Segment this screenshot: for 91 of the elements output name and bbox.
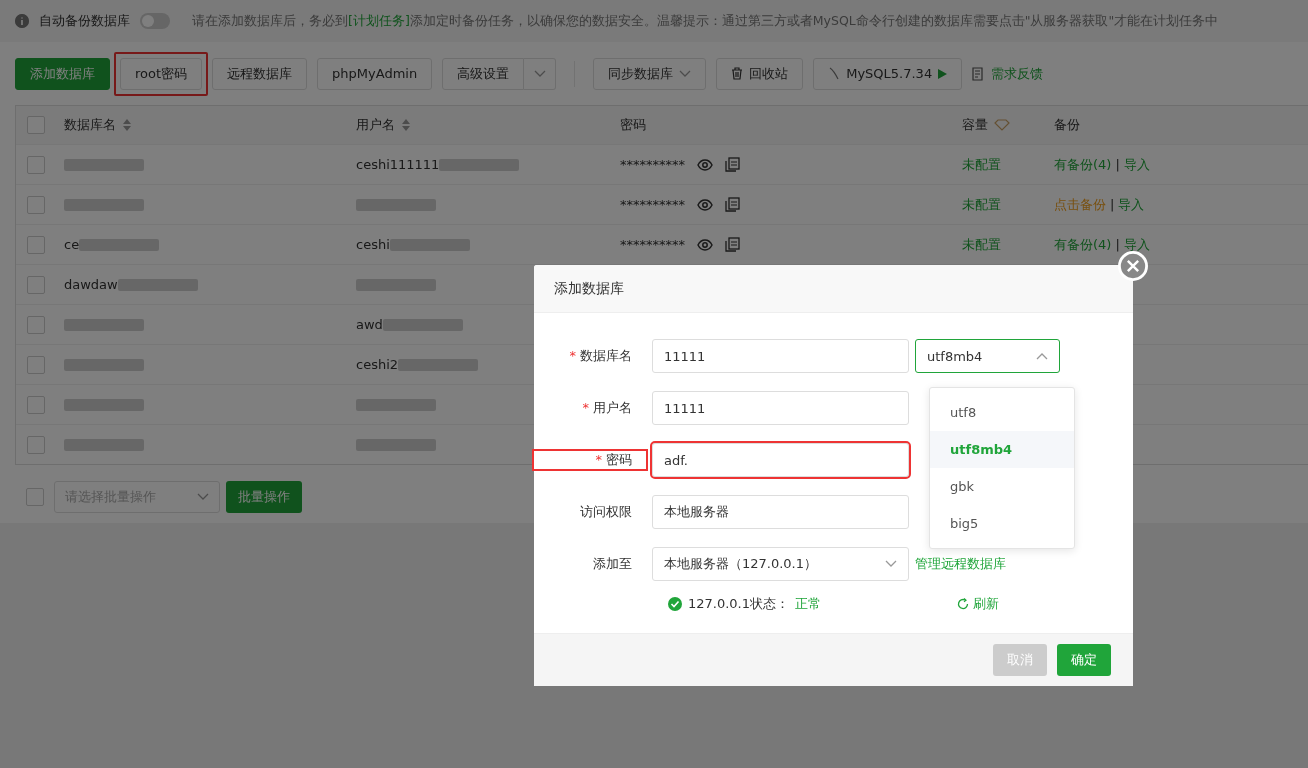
batch-checkbox[interactable] [26, 488, 44, 506]
eye-icon[interactable] [697, 238, 713, 251]
play-icon [938, 68, 948, 79]
eye-icon[interactable] [697, 198, 713, 211]
refresh-link[interactable]: 刷新 [957, 595, 1000, 613]
field-label: 添加至 [592, 555, 633, 573]
charset-select[interactable]: utf8mb4 [915, 339, 1060, 373]
column-header: 容量 [962, 116, 988, 134]
separator-text: | [1115, 237, 1120, 252]
table-cell: ce [64, 237, 80, 252]
manage-remote-link[interactable]: 管理远程数据库 [915, 555, 1006, 573]
input-field[interactable]: 11111 [652, 339, 909, 373]
field-label: * 数据库名 [568, 347, 633, 365]
recycle-bin-button[interactable]: 回收站 [716, 57, 804, 90]
schedule-link[interactable]: [计划任务] [348, 12, 410, 28]
row-checkbox[interactable] [27, 235, 45, 254]
password-cell: ********** [620, 157, 685, 172]
trash-icon [731, 67, 744, 80]
separator-text: | [1110, 197, 1115, 212]
column-header: 用户名 [356, 116, 395, 134]
table-cell: ceshi111111 [356, 157, 440, 172]
copy-icon[interactable] [725, 197, 740, 212]
import-link[interactable]: 导入 [1118, 195, 1145, 214]
chevron-down-icon [885, 560, 897, 568]
auto-backup-toggle[interactable] [140, 13, 170, 29]
batch-button[interactable]: 批量操作 [226, 481, 302, 513]
backup-link[interactable]: 点击备份 [1054, 195, 1106, 214]
backup-link[interactable]: 有备份(4) [1054, 235, 1112, 254]
field-label: * 密码 [534, 451, 646, 469]
field-label: * 用户名 [581, 399, 633, 417]
row-checkbox[interactable] [27, 195, 45, 214]
toolbar-button[interactable]: phpMyAdmin [317, 57, 433, 90]
charset-option[interactable]: gbk [930, 468, 1074, 505]
field-label: 访问权限 [579, 503, 633, 521]
feedback-link[interactable]: 需求反馈 [972, 64, 1044, 83]
settings-button[interactable]: 高级设置 [442, 57, 525, 90]
backup-link[interactable]: 有备份(4) [1054, 155, 1112, 174]
note-icon [972, 66, 986, 81]
row-checkbox[interactable] [27, 355, 45, 374]
server-select[interactable]: 本地服务器（127.0.0.1） [652, 547, 909, 581]
refresh-icon [957, 598, 970, 610]
toolbar-button[interactable]: root密码 [120, 57, 203, 90]
chevron-down-icon [533, 69, 546, 78]
sync-dropdown-button[interactable]: 同步数据库 [593, 57, 707, 90]
capacity-link[interactable]: 未配置 [962, 195, 1054, 214]
settings-dropdown-button[interactable] [524, 57, 557, 90]
dialog-title: 添加数据库 [554, 279, 624, 298]
charset-option[interactable]: big5 [930, 505, 1074, 542]
select-all-checkbox[interactable] [27, 116, 45, 134]
password-cell: ********** [620, 197, 685, 212]
copy-icon[interactable] [725, 237, 740, 252]
mysql-button[interactable]: MySQL5.7.34 [813, 57, 963, 90]
sort-icon[interactable] [122, 118, 132, 132]
chevron-up-icon [1036, 352, 1048, 360]
table-cell: ceshi [356, 237, 390, 252]
charset-option[interactable]: utf8 [930, 394, 1074, 431]
import-link[interactable]: 导入 [1123, 235, 1150, 254]
capacity-link[interactable]: 未配置 [962, 155, 1054, 174]
copy-icon[interactable] [725, 157, 740, 172]
input-field[interactable]: adf. [652, 443, 909, 477]
row-checkbox[interactable] [27, 315, 45, 334]
info-icon [15, 14, 29, 28]
column-header: 密码 [620, 116, 646, 134]
auto-backup-label: 自动备份数据库 [39, 12, 130, 30]
check-circle-icon [668, 597, 682, 611]
input-field[interactable]: 11111 [652, 391, 909, 425]
row-checkbox[interactable] [27, 155, 45, 174]
import-link[interactable]: 导入 [1123, 155, 1150, 174]
status-value: 正常 [795, 595, 822, 613]
chevron-down-icon [679, 69, 692, 78]
separator-text: | [1115, 157, 1120, 172]
password-cell: ********** [620, 237, 685, 252]
column-header: 备份 [1054, 116, 1080, 134]
capacity-link[interactable]: 未配置 [962, 235, 1054, 254]
table-cell: awd [356, 317, 383, 332]
row-checkbox[interactable] [27, 395, 45, 414]
row-checkbox[interactable] [27, 275, 45, 294]
table-cell: ceshi2 [356, 357, 399, 372]
diamond-icon [994, 119, 1010, 131]
status-label: 127.0.0.1状态： [688, 595, 790, 613]
sort-icon[interactable] [401, 118, 411, 132]
toolbar-button[interactable]: 添加数据库 [15, 57, 110, 90]
input-field[interactable]: 本地服务器 [652, 495, 909, 529]
column-header: 数据库名 [64, 116, 116, 134]
charset-option[interactable]: utf8mb4 [930, 431, 1074, 468]
chevron-down-icon [197, 493, 209, 501]
table-cell: dawdaw [64, 277, 118, 292]
toolbar-button[interactable]: 远程数据库 [212, 57, 308, 90]
row-checkbox[interactable] [27, 435, 45, 454]
confirm-button[interactable]: 确定 [1057, 644, 1111, 676]
eye-icon[interactable] [697, 158, 713, 171]
